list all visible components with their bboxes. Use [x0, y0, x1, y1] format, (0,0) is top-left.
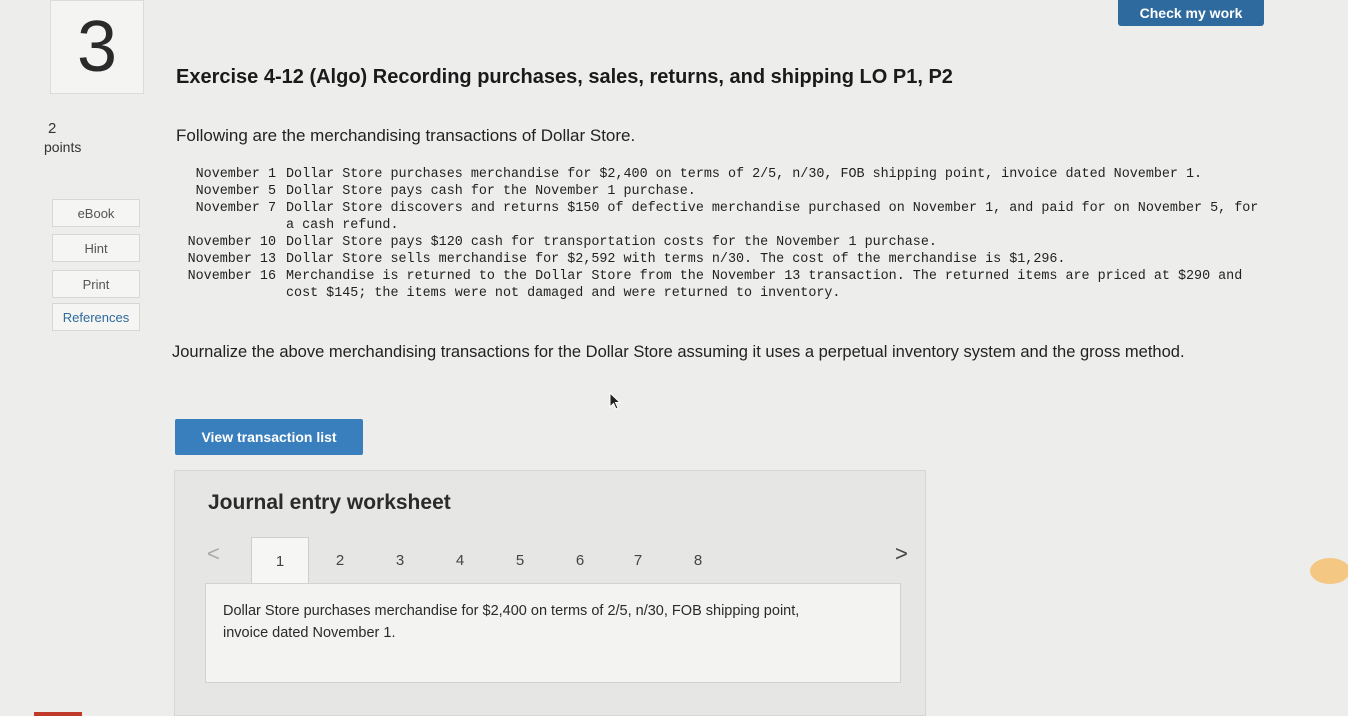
red-edge-mark: [34, 712, 82, 716]
transaction-date: November 5: [195, 184, 276, 199]
points-info: 2 points: [44, 120, 81, 156]
points-label: points: [44, 139, 82, 155]
worksheet-tab-4[interactable]: 4: [431, 537, 489, 583]
instruction-text: Journalize the above merchandising trans…: [172, 343, 1185, 361]
transaction-row: November 5 Dollar Store pays cash for th…: [172, 183, 1272, 200]
transaction-row: November 7 Dollar Store discovers and re…: [172, 200, 1272, 234]
mouse-cursor-icon: [609, 391, 623, 410]
worksheet-tab-6[interactable]: 6: [551, 537, 609, 583]
transaction-date: November 1: [195, 167, 276, 182]
transaction-row: November 16 Merchandise is returned to t…: [172, 268, 1272, 302]
transaction-row: November 10 Dollar Store pays $120 cash …: [172, 234, 1272, 251]
light-glare: [1310, 558, 1348, 584]
worksheet-tab-3[interactable]: 3: [371, 537, 429, 583]
transaction-date: November 16: [187, 269, 276, 284]
worksheet-tab-2[interactable]: 2: [311, 537, 369, 583]
worksheet-tab-7[interactable]: 7: [609, 537, 667, 583]
transaction-date: November 10: [187, 235, 276, 250]
points-value: 2: [48, 120, 57, 137]
question-number: 3: [50, 0, 144, 94]
next-arrow-icon[interactable]: >: [895, 541, 908, 567]
transaction-row: November 13 Dollar Store sells merchandi…: [172, 251, 1272, 268]
ebook-button[interactable]: eBook: [52, 199, 140, 227]
exercise-title: Exercise 4-12 (Algo) Recording purchases…: [176, 66, 953, 88]
view-transaction-list-button[interactable]: View transaction list: [175, 419, 363, 455]
hint-button[interactable]: Hint: [52, 234, 140, 262]
transaction-text: Dollar Store pays $120 cash for transpor…: [286, 235, 937, 250]
transaction-list: November 1 Dollar Store purchases mercha…: [172, 166, 1272, 302]
transaction-row: November 1 Dollar Store purchases mercha…: [172, 166, 1272, 183]
transaction-text: Dollar Store discovers and returns $150 …: [286, 201, 1267, 233]
worksheet-tab-5[interactable]: 5: [491, 537, 549, 583]
transaction-text: Dollar Store purchases merchandise for $…: [286, 167, 1203, 182]
references-button[interactable]: References: [52, 303, 140, 331]
transaction-text: Dollar Store sells merchandise for $2,59…: [286, 252, 1066, 267]
check-my-work-button[interactable]: Check my work: [1118, 0, 1264, 26]
worksheet-tab-8[interactable]: 8: [669, 537, 727, 583]
worksheet-tab-1[interactable]: 1: [251, 537, 309, 584]
transaction-text: Merchandise is returned to the Dollar St…: [286, 269, 1251, 301]
worksheet-description: Dollar Store purchases merchandise for $…: [223, 603, 800, 641]
prev-arrow-icon[interactable]: <: [207, 541, 220, 567]
transaction-date: November 13: [187, 252, 276, 267]
worksheet-title: Journal entry worksheet: [208, 491, 451, 514]
exercise-intro: Following are the merchandising transact…: [176, 126, 636, 145]
transaction-text: Dollar Store pays cash for the November …: [286, 184, 696, 199]
worksheet-panel: Dollar Store purchases merchandise for $…: [205, 583, 901, 683]
print-button[interactable]: Print: [52, 270, 140, 298]
transaction-date: November 7: [195, 201, 276, 216]
journal-entry-worksheet: Journal entry worksheet < 1 2 3 4 5 6 7 …: [174, 470, 926, 716]
worksheet-tab-nav: < 1 2 3 4 5 6 7 8 >: [205, 537, 908, 584]
